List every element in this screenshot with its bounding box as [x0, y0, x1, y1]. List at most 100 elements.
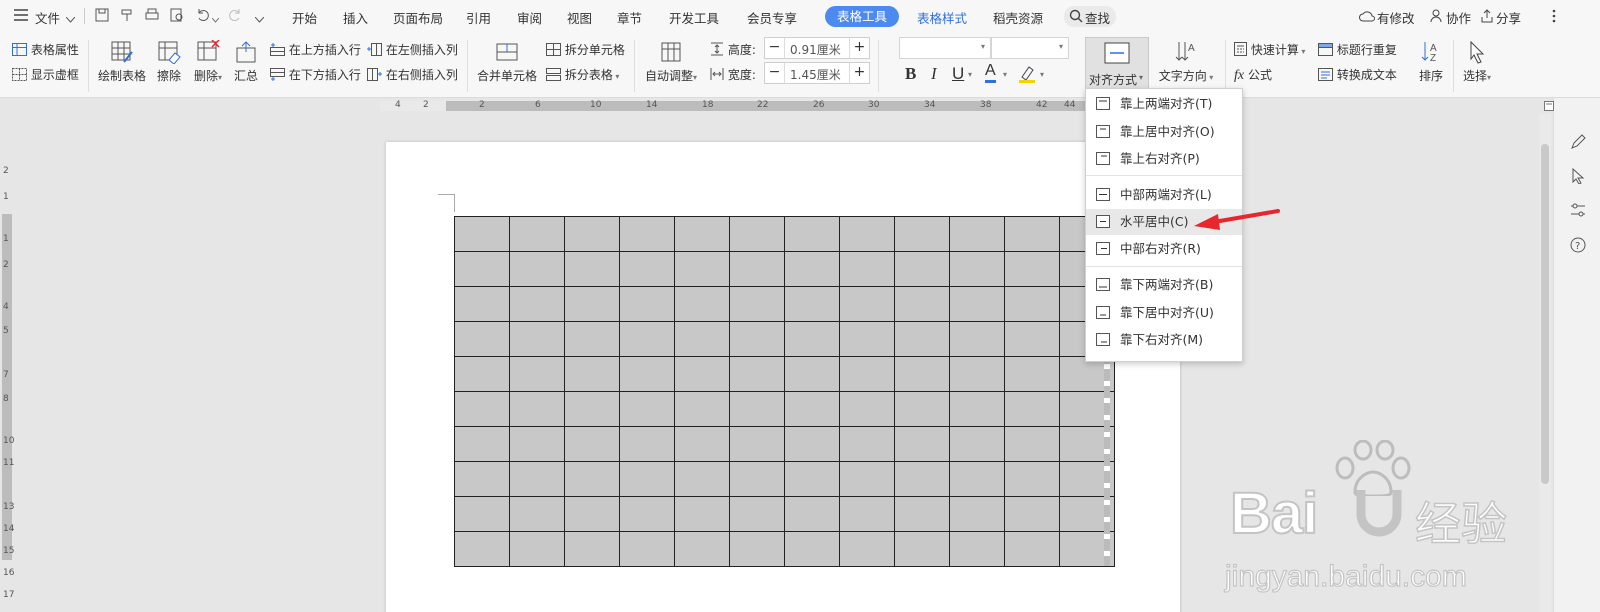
table-cell[interactable]	[509, 426, 565, 462]
table-cell[interactable]	[784, 496, 840, 532]
table-cell[interactable]	[1004, 496, 1060, 532]
table-cell[interactable]	[454, 251, 510, 287]
table-cell[interactable]	[564, 391, 620, 427]
table-cell[interactable]	[839, 216, 895, 252]
table-cell[interactable]	[729, 216, 785, 252]
table-cell[interactable]	[454, 531, 510, 567]
menu-item-bottom-justify[interactable]: 靠下两端对齐(B)	[1086, 272, 1242, 298]
tab-docer[interactable]: 稻壳资源	[993, 8, 1043, 27]
table-cell[interactable]	[729, 251, 785, 287]
col-width-input[interactable]: 1.45厘米	[790, 66, 841, 83]
chevron-down-icon[interactable]	[211, 12, 220, 26]
table-cell[interactable]	[839, 461, 895, 497]
table-cell[interactable]	[949, 461, 1005, 497]
decrease-height-button[interactable]: −	[765, 38, 785, 58]
tab-references[interactable]: 引用	[466, 8, 491, 27]
table-cell[interactable]	[619, 251, 675, 287]
table-cell[interactable]	[784, 391, 840, 427]
font-color-icon[interactable]: A	[985, 62, 996, 83]
table-cell[interactable]	[729, 286, 785, 322]
table-cell[interactable]	[509, 496, 565, 532]
table-cell[interactable]	[729, 391, 785, 427]
table-cell[interactable]	[729, 496, 785, 532]
tab-member[interactable]: 会员专享	[747, 8, 797, 27]
menu-item-middle-right[interactable]: 中部右对齐(R)	[1086, 236, 1242, 262]
panel-collapse-icon[interactable]	[1544, 100, 1554, 114]
table-cell[interactable]	[894, 391, 950, 427]
select-button[interactable]: 选择▾	[1457, 40, 1497, 84]
bold-icon[interactable]: B	[905, 64, 916, 84]
file-menu[interactable]: 文件	[35, 8, 60, 27]
tab-developer[interactable]: 开发工具	[669, 8, 719, 27]
underline-icon[interactable]: U	[952, 64, 964, 84]
table-cell[interactable]	[839, 531, 895, 567]
table-cell[interactable]	[509, 531, 565, 567]
table-cell[interactable]	[784, 286, 840, 322]
highlight-icon[interactable]	[1018, 63, 1036, 86]
table-cell[interactable]	[894, 251, 950, 287]
table-cell[interactable]	[454, 216, 510, 252]
table-cell[interactable]	[949, 426, 1005, 462]
table-cell[interactable]	[1004, 531, 1060, 567]
table-cell[interactable]	[894, 321, 950, 357]
table-cell[interactable]	[509, 356, 565, 392]
table-cell[interactable]	[454, 356, 510, 392]
table-cell[interactable]	[894, 461, 950, 497]
split-cells-button[interactable]: 拆分单元格	[546, 41, 625, 59]
table-cell[interactable]	[784, 356, 840, 392]
table-cell[interactable]	[564, 531, 620, 567]
increase-height-button[interactable]: +	[849, 38, 869, 58]
table-cell[interactable]	[1004, 286, 1060, 322]
decrease-width-button[interactable]: −	[765, 63, 785, 83]
chevron-down-icon[interactable]: ▾	[968, 70, 972, 79]
tab-review[interactable]: 审阅	[517, 8, 542, 27]
table-cell[interactable]	[619, 496, 675, 532]
title-repeat-button[interactable]: 标题行重复	[1318, 41, 1397, 59]
text-direction-button[interactable]: A 文字方向 ▾	[1155, 40, 1217, 84]
convert-to-text-button[interactable]: 转换成文本	[1318, 66, 1397, 84]
format-painter-icon[interactable]	[120, 8, 134, 25]
table-cell[interactable]	[1004, 321, 1060, 357]
summary-button[interactable]: 汇总	[231, 40, 261, 84]
table-cell[interactable]	[839, 251, 895, 287]
font-size-select[interactable]: ▾	[991, 37, 1069, 59]
horizontal-ruler[interactable]: 4 2 2 6 10 14 18 22 26 30 34 38 42 44	[0, 98, 1510, 114]
modify-status[interactable]: 有修改	[1377, 8, 1415, 27]
insert-row-below-button[interactable]: 在下方插入行	[270, 66, 361, 84]
pen-edit-icon[interactable]	[1570, 134, 1586, 153]
table-cell[interactable]	[619, 286, 675, 322]
table-cell[interactable]	[839, 286, 895, 322]
vertical-scrollbar[interactable]	[1539, 114, 1551, 612]
table-cell[interactable]	[894, 286, 950, 322]
table-cell[interactable]	[784, 251, 840, 287]
settings-sliders-icon[interactable]	[1570, 202, 1586, 221]
draw-table-button[interactable]: 绘制表格	[96, 40, 148, 84]
table-cell[interactable]	[454, 286, 510, 322]
print-preview-icon[interactable]	[170, 8, 184, 25]
table-cell[interactable]	[729, 356, 785, 392]
increase-width-button[interactable]: +	[849, 63, 869, 83]
table-cell[interactable]	[784, 321, 840, 357]
redo-icon[interactable]	[228, 8, 242, 25]
tab-page-layout[interactable]: 页面布局	[393, 8, 443, 27]
table-cell[interactable]	[619, 391, 675, 427]
chevron-down-icon[interactable]	[65, 12, 76, 26]
table-cell[interactable]	[949, 251, 1005, 287]
menu-item-top-right[interactable]: 靠上右对齐(P)	[1086, 146, 1242, 172]
row-height-input[interactable]: 0.91厘米	[790, 41, 841, 58]
table-cell[interactable]	[674, 426, 730, 462]
table-cell[interactable]	[564, 356, 620, 392]
table-cell[interactable]	[839, 356, 895, 392]
table-cell[interactable]	[894, 531, 950, 567]
split-table-button[interactable]: 拆分表格 ▾	[546, 66, 619, 84]
vertical-ruler[interactable]: 2 1 1 2 4 5 7 8 10 11 13 14 15 16 17	[0, 114, 14, 612]
help-icon[interactable]: ?	[1570, 237, 1586, 256]
table-cell[interactable]	[619, 461, 675, 497]
table-cell[interactable]	[619, 356, 675, 392]
table-cell[interactable]	[509, 461, 565, 497]
table-cell[interactable]	[509, 286, 565, 322]
formula-button[interactable]: fx 公式	[1234, 66, 1272, 84]
table-cell[interactable]	[674, 391, 730, 427]
insert-row-above-button[interactable]: 在上方插入行	[270, 41, 361, 59]
col-width-stepper[interactable]: − 1.45厘米 +	[764, 62, 870, 84]
